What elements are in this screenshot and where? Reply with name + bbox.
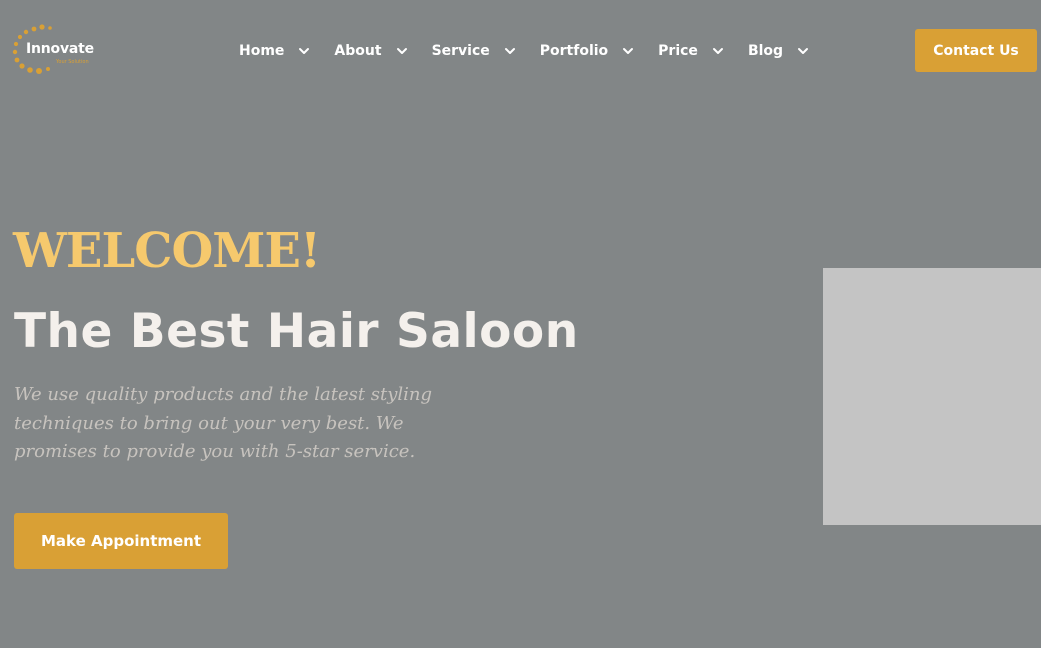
nav-item-label: Portfolio	[539, 43, 609, 59]
hero-image-placeholder	[823, 268, 1041, 525]
logo-name: Innovate	[26, 41, 94, 57]
logo-tagline: Your Solution	[56, 59, 89, 65]
nav-item-label: Home	[239, 43, 285, 59]
nav-item-blog[interactable]: Blog	[748, 43, 809, 59]
nav-item-portfolio[interactable]: Portfolio	[540, 43, 634, 59]
nav-item-label: Blog	[747, 43, 784, 59]
main-nav: Home About Service Portfolio Price Blog	[239, 40, 809, 62]
nav-item-service[interactable]: Service	[432, 43, 516, 59]
nav-item-label: Price	[658, 43, 698, 59]
hero-title: The Best Hair Saloon	[14, 304, 579, 359]
nav-item-label: About	[334, 43, 382, 59]
contact-us-button[interactable]: Contact Us	[915, 29, 1037, 72]
logo[interactable]: Innovate Your Solution	[12, 24, 102, 74]
chevron-down-icon	[712, 48, 723, 54]
nav-item-price[interactable]: Price	[658, 43, 724, 59]
welcome-heading: WELCOME!	[13, 223, 321, 279]
make-appointment-button[interactable]: Make Appointment	[14, 513, 228, 569]
nav-item-label: Service	[431, 43, 490, 59]
hero-description: We use quality products and the latest s…	[14, 384, 433, 462]
nav-item-about[interactable]: About	[334, 43, 407, 59]
page: Innovate Your Solution Home About Servic…	[0, 0, 1041, 648]
chevron-down-icon	[396, 48, 407, 54]
chevron-down-icon	[299, 48, 310, 54]
nav-item-home[interactable]: Home	[239, 43, 310, 59]
chevron-down-icon	[798, 48, 809, 54]
chevron-down-icon	[623, 48, 634, 54]
chevron-down-icon	[504, 48, 515, 54]
